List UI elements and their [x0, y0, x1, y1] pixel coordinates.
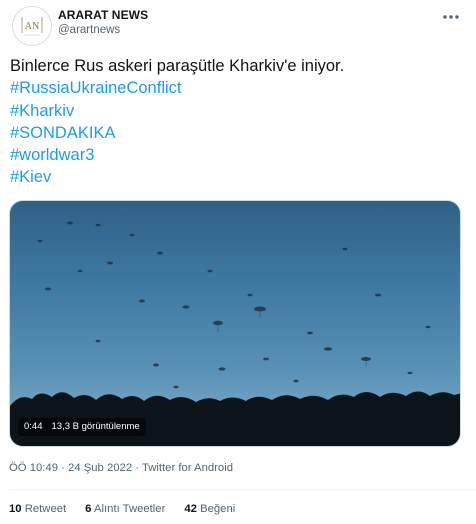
likes-count: 42 [184, 503, 197, 515]
tweet-stats: 10 Retweet 6 Alıntı Tweetler 42 Beğeni [9, 503, 235, 515]
video-player[interactable]: 0:44 13,3 B görüntülenme [9, 200, 461, 447]
quotes-stat[interactable]: 6 Alıntı Tweetler [85, 503, 165, 515]
retweets-label: Retweet [24, 503, 67, 515]
retweets-stat[interactable]: 10 Retweet [9, 503, 66, 515]
meta-separator: · [135, 462, 140, 474]
tweet-source[interactable]: Twitter for Android [142, 462, 233, 474]
likes-label: Beğeni [200, 503, 236, 515]
tweet-meta: ÖÖ 10:49 · 24 Şub 2022 · Twitter for And… [9, 462, 233, 474]
hashtag-link[interactable]: #SONDAKIKA [10, 122, 466, 144]
hashtag-link[interactable]: #Kharkiv [10, 100, 466, 122]
meta-separator: · [61, 462, 65, 474]
author-handle[interactable]: @arartnews [58, 23, 148, 38]
divider [9, 489, 476, 490]
video-info-badge: 0:44 13,3 B görüntülenme [18, 418, 146, 436]
tweet-date[interactable]: 24 Şub 2022 [68, 462, 132, 474]
likes-stat[interactable]: 42 Beğeni [184, 503, 235, 515]
retweets-count: 10 [9, 503, 22, 515]
avatar[interactable]: AN [12, 6, 52, 46]
tweet-card: AN ARARAT NEWS @arartnews Binlerce Rus a… [0, 0, 476, 524]
tweet-header: AN ARARAT NEWS @arartnews [12, 6, 464, 46]
tweet-text: Binlerce Rus askeri paraşütle Kharkiv'e … [10, 55, 466, 189]
hashtag-link[interactable]: #Kiev [10, 166, 466, 188]
hashtag-link[interactable]: #RussiaUkraineConflict [10, 77, 466, 99]
tweet-time[interactable]: ÖÖ 10:49 [9, 462, 58, 474]
avatar-logo-icon: AN [13, 7, 51, 45]
quotes-count: 6 [85, 503, 92, 515]
hashtag-link[interactable]: #worldwar3 [10, 144, 466, 166]
video-duration: 0:44 [24, 421, 43, 432]
avatar-initials: AN [25, 21, 39, 32]
author-display-name[interactable]: ARARAT NEWS [58, 8, 148, 22]
author-names: ARARAT NEWS @arartnews [58, 8, 148, 38]
more-horizontal-icon [443, 15, 459, 19]
video-views: 13,3 B görüntülenme [51, 421, 140, 432]
tweet-text-line: Binlerce Rus askeri paraşütle Kharkiv'e … [10, 57, 345, 75]
video-thumbnail [10, 201, 460, 446]
quotes-label: Alıntı Tweetler [93, 503, 166, 515]
more-options-button[interactable] [438, 6, 464, 28]
